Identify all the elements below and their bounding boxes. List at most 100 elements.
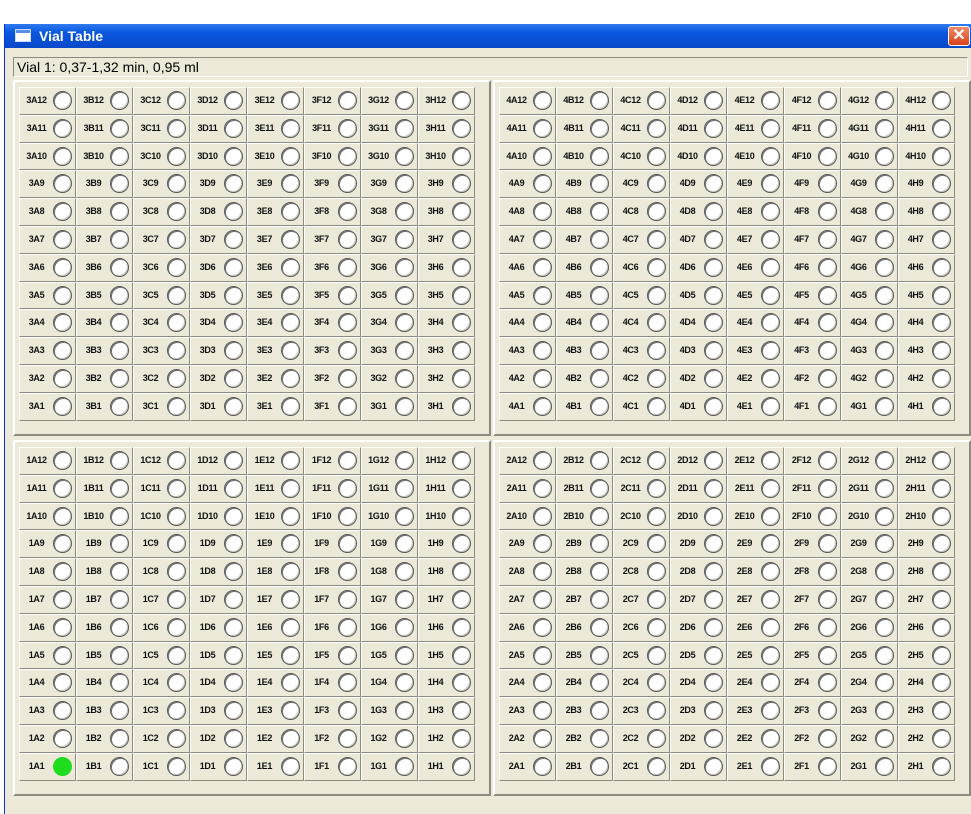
vial-cell[interactable]: 4B5 [556, 281, 613, 310]
vial-circle-icon[interactable] [932, 118, 951, 138]
vial-circle-icon[interactable] [533, 313, 552, 333]
vial-cell[interactable]: 1G4 [361, 669, 418, 698]
vial-cell[interactable]: 1H2 [418, 724, 475, 753]
vial-cell[interactable]: 3H9 [418, 170, 475, 199]
vial-cell[interactable]: 2C10 [613, 502, 670, 531]
vial-cell[interactable]: 1G5 [361, 641, 418, 670]
vial-cell[interactable]: 1B10 [76, 502, 133, 531]
vial-circle-icon[interactable] [110, 701, 129, 721]
vial-cell[interactable]: 3E8 [247, 198, 304, 226]
vial-circle-icon[interactable] [818, 285, 837, 305]
vial-cell[interactable]: 3G12 [361, 87, 418, 115]
vial-cell[interactable]: 3G5 [361, 281, 418, 310]
vial-circle-icon[interactable] [167, 174, 186, 194]
vial-circle-icon[interactable] [281, 478, 300, 498]
vial-cell[interactable]: 2C9 [613, 530, 670, 559]
vial-circle-icon[interactable] [704, 589, 723, 609]
vial-cell[interactable]: 1A4 [19, 669, 76, 698]
vial-circle-icon[interactable] [875, 562, 894, 582]
vial-circle-icon[interactable] [875, 756, 894, 776]
vial-cell[interactable]: 3E7 [247, 225, 304, 254]
vial-cell[interactable]: 2F2 [784, 724, 841, 753]
vial-cell[interactable]: 2H8 [898, 558, 955, 586]
vial-cell[interactable]: 1C3 [133, 697, 190, 725]
vial-circle-icon[interactable] [452, 534, 471, 554]
vial-circle-icon[interactable] [53, 589, 72, 609]
vial-cell[interactable]: 1F12 [304, 447, 361, 475]
vial-circle-icon[interactable] [395, 91, 414, 110]
vial-cell[interactable]: 4B6 [556, 253, 613, 282]
vial-circle-icon[interactable] [533, 562, 552, 582]
vial-cell[interactable]: 3C7 [133, 225, 190, 254]
vial-cell[interactable]: 2D7 [670, 585, 727, 614]
vial-cell[interactable]: 1A3 [19, 697, 76, 725]
vial-cell[interactable]: 4F6 [784, 253, 841, 282]
vial-circle-icon[interactable] [590, 701, 609, 721]
vial-circle-icon[interactable] [761, 728, 780, 748]
vial-circle-icon[interactable] [452, 589, 471, 609]
vial-cell[interactable]: 4B8 [556, 198, 613, 226]
vial-cell[interactable]: 3B9 [76, 170, 133, 199]
vial-circle-icon[interactable] [224, 118, 243, 138]
vial-cell[interactable]: 4F3 [784, 337, 841, 365]
vial-cell[interactable]: 1H3 [418, 697, 475, 725]
vial-cell[interactable]: 4E4 [727, 309, 784, 338]
vial-cell[interactable]: 1C11 [133, 474, 190, 503]
vial-circle-icon[interactable] [818, 645, 837, 665]
vial-circle-icon[interactable] [110, 229, 129, 249]
vial-circle-icon[interactable] [452, 174, 471, 194]
vial-circle-icon[interactable] [932, 285, 951, 305]
vial-circle-icon[interactable] [533, 701, 552, 721]
vial-circle-icon[interactable] [818, 673, 837, 693]
vial-circle-icon[interactable] [110, 368, 129, 388]
vial-cell[interactable]: 2H5 [898, 641, 955, 670]
vial-cell[interactable]: 2E9 [727, 530, 784, 559]
vial-circle-icon[interactable] [110, 396, 129, 416]
vial-cell[interactable]: 3D5 [190, 281, 247, 310]
vial-circle-icon[interactable] [110, 506, 129, 526]
vial-cell[interactable]: 2E1 [727, 752, 784, 781]
vial-circle-icon[interactable] [875, 174, 894, 194]
vial-cell[interactable]: 2D10 [670, 502, 727, 531]
vial-circle-icon[interactable] [395, 174, 414, 194]
vial-circle-icon[interactable] [224, 91, 243, 110]
vial-circle-icon[interactable] [110, 534, 129, 554]
vial-cell[interactable]: 3A11 [19, 114, 76, 143]
vial-cell[interactable]: 2E5 [727, 641, 784, 670]
vial-cell[interactable]: 1G10 [361, 502, 418, 531]
vial-cell[interactable]: 1E6 [247, 613, 304, 642]
vial-circle-icon[interactable] [761, 673, 780, 693]
vial-cell[interactable]: 1A1 [19, 752, 76, 781]
vial-circle-active-icon[interactable] [53, 756, 72, 776]
vial-cell[interactable]: 1A6 [19, 613, 76, 642]
vial-cell[interactable]: 4A11 [499, 114, 556, 143]
vial-cell[interactable]: 2D3 [670, 697, 727, 725]
vial-circle-icon[interactable] [281, 673, 300, 693]
vial-circle-icon[interactable] [932, 589, 951, 609]
vial-cell[interactable]: 1C6 [133, 613, 190, 642]
vial-circle-icon[interactable] [533, 285, 552, 305]
vial-circle-icon[interactable] [281, 229, 300, 249]
vial-cell[interactable]: 2F4 [784, 669, 841, 698]
vial-circle-icon[interactable] [53, 174, 72, 194]
vial-circle-icon[interactable] [761, 341, 780, 361]
vial-circle-icon[interactable] [395, 673, 414, 693]
vial-cell[interactable]: 4D8 [670, 198, 727, 226]
vial-cell[interactable]: 1G7 [361, 585, 418, 614]
vial-circle-icon[interactable] [704, 257, 723, 277]
vial-circle-icon[interactable] [281, 118, 300, 138]
vial-cell[interactable]: 3H7 [418, 225, 475, 254]
vial-circle-icon[interactable] [338, 368, 357, 388]
vial-circle-icon[interactable] [53, 728, 72, 748]
vial-cell[interactable]: 4E2 [727, 364, 784, 393]
vial-circle-icon[interactable] [338, 313, 357, 333]
vial-cell[interactable]: 3C6 [133, 253, 190, 282]
vial-cell[interactable]: 1D1 [190, 752, 247, 781]
vial-cell[interactable]: 4A12 [499, 87, 556, 115]
vial-circle-icon[interactable] [818, 146, 837, 166]
vial-circle-icon[interactable] [110, 589, 129, 609]
vial-cell[interactable]: 4E5 [727, 281, 784, 310]
vial-circle-icon[interactable] [590, 229, 609, 249]
vial-circle-icon[interactable] [647, 756, 666, 776]
vial-circle-icon[interactable] [53, 396, 72, 416]
